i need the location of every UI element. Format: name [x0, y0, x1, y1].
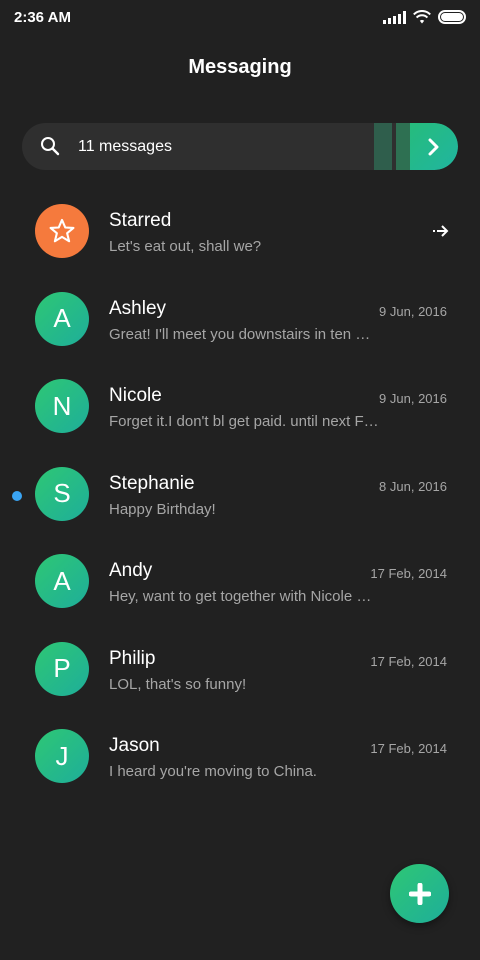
- thread-date: 17 Feb, 2014: [370, 653, 447, 669]
- status-icons: [383, 10, 466, 24]
- thread-preview: LOL, that's so funny!: [109, 675, 247, 693]
- signal-icon: [383, 10, 406, 24]
- avatar: A: [35, 291, 89, 346]
- thread-name: Nicole: [109, 385, 162, 406]
- plus-icon: [408, 882, 431, 905]
- thread-preview: Great! I'll meet you downstairs in ten …: [109, 325, 371, 343]
- avatar-initial: A: [53, 565, 71, 596]
- avatar: N: [35, 379, 89, 433]
- thread-item-nicole[interactable]: N Nicole Forget it.I don't bl get paid. un…: [0, 369, 480, 457]
- thread-preview: Let's eat out, shall we?: [109, 238, 262, 255]
- thread-name: Ashley: [109, 297, 167, 319]
- thread-preview: Happy Birthday!: [109, 500, 216, 518]
- thread-date: 17 Feb, 2014: [370, 566, 447, 581]
- arrow-right-icon[interactable]: [432, 224, 450, 238]
- search-icon: [41, 137, 60, 156]
- thread-item-jason[interactable]: J Jason I heard you're moving to China. 17 …: [0, 719, 480, 807]
- new-message-button[interactable]: [390, 864, 449, 923]
- thread-date: 9 Jun, 2016: [379, 303, 447, 319]
- search-input[interactable]: 11 messages: [78, 138, 172, 156]
- thread-name: Stephanie: [109, 472, 195, 494]
- thread-date: 8 Jun, 2016: [379, 478, 447, 494]
- battery-icon: [438, 10, 466, 24]
- search-bar[interactable]: 11 messages: [22, 123, 458, 170]
- unread-dot: [12, 490, 22, 501]
- avatar-initial: S: [53, 478, 71, 508]
- chevron-right-icon: [428, 138, 439, 155]
- thread-preview: Hey, want to get together with Nicole …: [109, 588, 372, 605]
- page-title: Messaging: [188, 56, 292, 78]
- avatar-initial: J: [55, 740, 69, 771]
- star-icon: [49, 218, 75, 243]
- thread-name: Jason: [109, 735, 160, 756]
- avatar: S: [35, 466, 89, 521]
- search-go-button[interactable]: [410, 123, 458, 170]
- starred-avatar: [35, 204, 89, 258]
- avatar: J: [35, 729, 89, 783]
- thread-list: Starred Let's eat out, shall we? A Ashley Gr…: [0, 194, 480, 807]
- thread-date: 17 Feb, 2014: [370, 741, 447, 756]
- wifi-icon: [413, 10, 431, 24]
- thread-date: 9 Jun, 2016: [379, 391, 447, 406]
- thread-item-starred[interactable]: Starred Let's eat out, shall we?: [0, 194, 480, 282]
- thread-item-philip[interactable]: P Philip LOL, that's so funny! 17 Feb, 2014: [0, 632, 480, 720]
- avatar-initial: P: [53, 653, 71, 683]
- avatar: A: [35, 554, 89, 608]
- thread-item-ashley[interactable]: A Ashley Great! I'll meet you downstairs i…: [0, 282, 480, 370]
- avatar-initial: N: [52, 390, 72, 421]
- avatar: P: [35, 641, 89, 696]
- thread-item-andy[interactable]: A Andy Hey, want to get together with Nico…: [0, 544, 480, 632]
- thread-item-stephanie[interactable]: S Stephanie Happy Birthday! 8 Jun, 2016: [0, 457, 480, 545]
- thread-name: Andy: [109, 560, 153, 581]
- status-bar: 2:36 AM: [0, 0, 480, 34]
- search-gradient-stripes: [374, 123, 410, 170]
- thread-name: Philip: [109, 647, 156, 669]
- thread-name: Starred: [109, 210, 172, 231]
- thread-preview: Forget it.I don't bl get paid. until nex…: [109, 413, 379, 430]
- status-time: 2:36 AM: [14, 8, 71, 26]
- thread-preview: I heard you're moving to China.: [109, 763, 317, 780]
- avatar-initial: A: [53, 303, 71, 333]
